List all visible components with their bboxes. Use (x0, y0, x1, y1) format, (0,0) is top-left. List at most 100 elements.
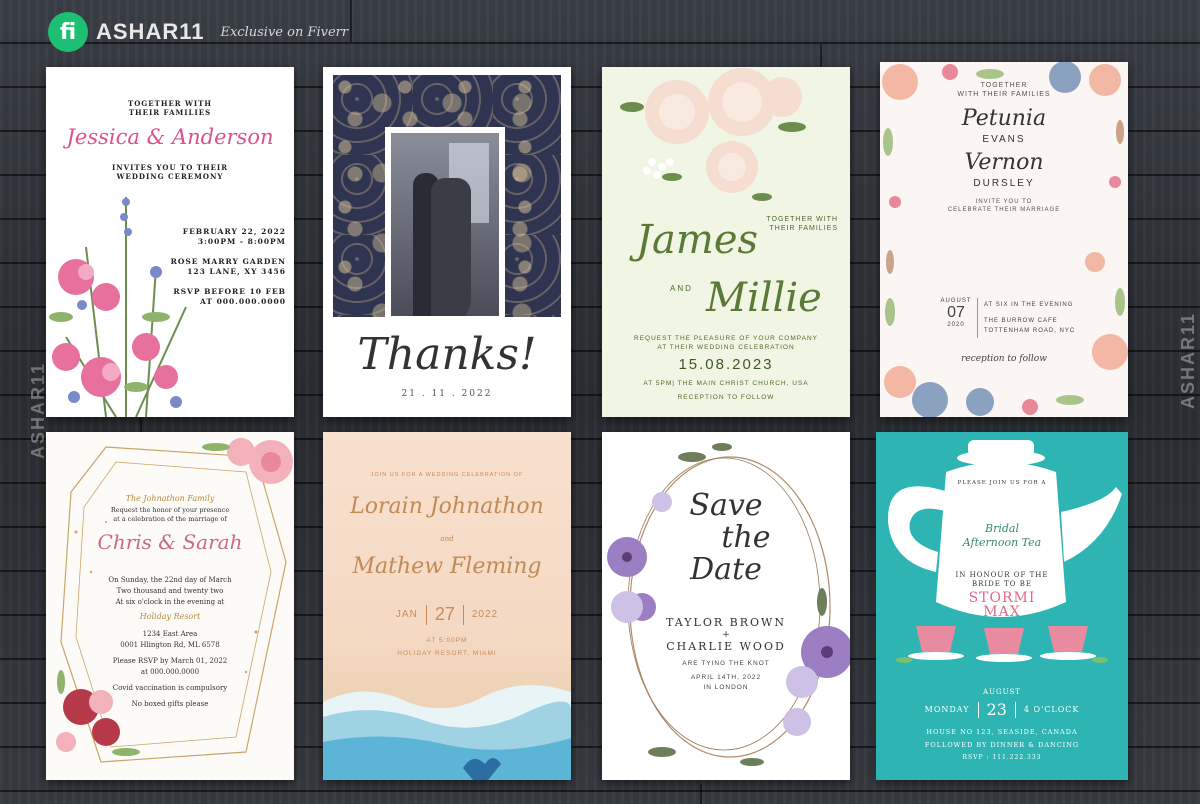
brand-name: ASHAR11 (96, 19, 205, 44)
floral-wreath-illustration (607, 443, 850, 766)
couple-names: Chris & Sarah (97, 530, 243, 554)
event-time: AT SIX IN THE EVENING (984, 302, 1074, 308)
family-name: The Johnathon Family (125, 494, 215, 503)
the-word: the (721, 520, 771, 555)
time-venue-block: AT SIX IN THE EVENING THE BURROW CAFE TO… (984, 300, 1075, 336)
couple-photo-frame (385, 127, 505, 322)
request-line1: REQUEST THE PLEASURE OF YOUR COMPANY (634, 335, 818, 342)
together-text: TOGETHER (980, 82, 1028, 89)
venue-name: Holiday Resort (139, 612, 201, 621)
name-2: Mathew Fleming (352, 554, 542, 579)
date-block: AUGUST 07 2020 (938, 298, 974, 328)
when-line1: On Sunday, the 22nd day of March (108, 576, 232, 584)
plus-sign: + (722, 630, 730, 640)
and-text: AND (670, 284, 693, 293)
side-watermark-right: ASHAR11 (1178, 311, 1199, 410)
thanks-heading: Thanks! (357, 329, 537, 380)
bride-name: Millie (706, 275, 822, 321)
peony-bouquet-illustration (620, 68, 806, 201)
date-day: 07 (947, 304, 965, 321)
invitation-card-petunia-vernon[interactable]: TOGETHER WITH THEIR FAMILIES Petunia EVA… (880, 62, 1128, 417)
event-day: 23 (986, 700, 1007, 719)
request-line2: at a celebration of the marriage of (113, 515, 227, 523)
geometric-floral-illustration (56, 438, 293, 763)
last-name-1: EVANS (982, 134, 1026, 145)
ceremony-text: WEDDING CEREMONY (116, 172, 224, 181)
event-time: 4 O'CLOCK (1023, 705, 1080, 714)
address-line1: 1234 East Area (142, 630, 198, 638)
invitation-card-jessica-anderson[interactable]: TOGETHER WITH THEIR FAMILIES Jessica & A… (46, 67, 294, 417)
divider (1014, 701, 1016, 718)
groom-name: James (636, 217, 759, 263)
divider (462, 604, 464, 625)
invitation-card-james-millie[interactable]: TOGETHER WITH THEIR FAMILIES James AND M… (602, 67, 850, 417)
save-the-date-heading: Save the Date (602, 490, 850, 586)
date-day: 27 (434, 604, 455, 624)
plank-joint (700, 784, 702, 804)
brand-header: fi ASHAR11 Exclusive on Fiverr (48, 12, 348, 52)
invites-text: INVITES YOU TO THEIR (111, 163, 229, 172)
event-place: IN LONDON (703, 684, 749, 691)
date-row: JAN 27 2022 (323, 604, 571, 625)
covid-note: Covid vaccination is compulsory (112, 684, 228, 692)
address-text: HOUSE NO 123, SEASIDE, CANADA (926, 728, 1078, 736)
thanks-date: 21 . 11 . 2022 (401, 389, 493, 399)
join-text: PLEASE JOIN US FOR A (957, 480, 1047, 486)
together-text: TOGETHER WITH (128, 99, 212, 108)
last-name-2: DURSLEY (973, 178, 1035, 189)
rsvp-line1: Please RSVP by March 01, 2022 (112, 657, 228, 665)
event-date: APRIL 14TH, 2022 (690, 674, 762, 681)
families-text: THEIR FAMILIES (769, 225, 838, 232)
teacups-illustration (896, 626, 1108, 663)
bridal-tea-card[interactable]: PLEASE JOIN US FOR A Bridal Afternoon Te… (876, 432, 1128, 780)
date-year: 2022 (471, 609, 499, 620)
invite-line1: INVITE YOU TO (975, 199, 1033, 205)
tying-text: ARE TYING THE KNOT (682, 660, 770, 667)
save-the-date-card[interactable]: Save the Date TAYLOR BROWN + CHARLIE WOO… (602, 432, 850, 780)
name-2: CHARLIE WOOD (666, 640, 786, 653)
time-text: AT 5:00PM (426, 637, 468, 644)
thank-you-card[interactable]: Thanks! 21 . 11 . 2022 (323, 67, 571, 417)
title-line1: Bridal (985, 522, 1019, 535)
together-block: TOGETHER WITH THEIR FAMILIES (766, 215, 838, 233)
bride-name-2: MAX (983, 604, 1021, 620)
venue-line2: TOTTENHAM ROAD, NYC (984, 328, 1076, 334)
address-line2: 0001 Hlington Rd, ML 6578 (120, 641, 220, 649)
brand-tagline: Exclusive on Fiverr (220, 24, 349, 40)
fiverr-logo-icon: fi (48, 12, 88, 52)
couple-silhouette-photo (391, 133, 499, 316)
name-1: TAYLOR BROWN (666, 616, 786, 629)
divider (977, 701, 979, 718)
divider (425, 604, 427, 625)
divider (977, 298, 978, 338)
invitation-card-lorain-mathew[interactable]: JOIN US FOR A WEDDING CELEBRATION OF Lor… (323, 432, 571, 780)
rsvp-text: RSVP : 111.222.333 (962, 754, 1042, 761)
ocean-wave-illustration (323, 685, 571, 780)
families-text: WITH THEIR FAMILIES (957, 91, 1051, 98)
rsvp-line2: at 000.000.0000 (140, 668, 200, 676)
request-line1: Request the honor of your presence (110, 506, 230, 514)
venue-text: HOLIDAY RESORT, MIAMI (397, 650, 497, 657)
invitation-card-chris-sarah[interactable]: The Johnathon Family Request the honor o… (46, 432, 294, 780)
name-1: Lorain Johnathon (350, 494, 544, 519)
title-line2: Afternoon Tea (962, 536, 1042, 549)
honour-line1: IN HONOUR OF THE (955, 571, 1049, 579)
invite-line2: CELEBRATE THEIR MARRIAGE (947, 207, 1061, 213)
event-month: AUGUST (983, 688, 1021, 696)
families-text: THEIR FAMILIES (128, 108, 212, 117)
venue-line1: THE BURROW CAFE (984, 318, 1058, 324)
reception-text: RECEPTION TO FOLLOW (677, 394, 775, 401)
honour-line2: BRIDE TO BE (971, 580, 1032, 588)
request-line2: AT THEIR WEDDING CELEBRATION (657, 344, 795, 351)
together-text: TOGETHER WITH (766, 216, 838, 223)
first-name-2: Vernon (964, 150, 1044, 175)
and-text: and (440, 535, 454, 543)
wedding-date: 15.08.2023 (678, 356, 774, 373)
date-row: MONDAY 23 4 O'CLOCK (876, 700, 1128, 719)
when-line3: At six o'clock in the evening at (115, 598, 225, 606)
save-word: Save (689, 488, 763, 523)
couple-names: Jessica & Anderson (66, 125, 274, 149)
when-line2: Two thousand and twenty two (116, 587, 224, 595)
venue-text: AT 5PM| THE MAIN CHRIST CHURCH, USA (643, 380, 809, 387)
date-month: JAN (395, 609, 418, 620)
